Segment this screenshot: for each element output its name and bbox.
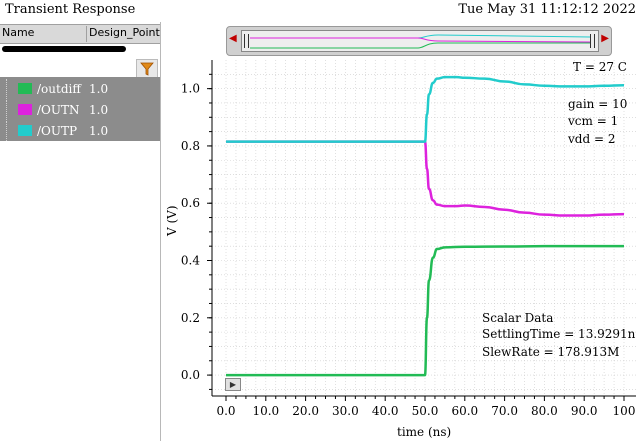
y-tick-label: 1.0	[181, 82, 200, 96]
x-tick-label: 0.0	[216, 404, 235, 418]
scalar-settling: SettlingTime = 13.9291n	[482, 327, 636, 341]
param-gain: gain = 10	[568, 97, 627, 111]
y-tick-label: 0.8	[181, 139, 200, 153]
y-tick-label: 0.4	[181, 254, 200, 268]
transient-plot[interactable]: 0.0 10.0 20.0 30.0 40.0 50.0 60.0 70.0 80.0 90.0 1…	[0, 0, 640, 441]
x-tick-label: 90.0	[571, 404, 598, 418]
x-tick-label: 40.0	[372, 404, 399, 418]
x-tick-label: 50.0	[412, 404, 439, 418]
y-axis-label: V (V)	[165, 205, 179, 237]
x-tick-label: 70.0	[491, 404, 518, 418]
scalar-slew: SlewRate = 178.913M	[482, 345, 619, 359]
y-tick-label: 0.2	[181, 311, 200, 325]
y-tick-label: 0.6	[181, 196, 200, 210]
play-icon[interactable]: ▶	[225, 378, 241, 391]
x-tick-label: 10.0	[252, 404, 279, 418]
scalar-title: Scalar Data	[482, 311, 553, 325]
x-tick-label: 60.0	[451, 404, 478, 418]
x-tick-label: 30.0	[332, 404, 359, 418]
x-tick-label: 80.0	[531, 404, 558, 418]
x-tick-label: 20.0	[292, 404, 319, 418]
y-tick-label: 0.0	[181, 368, 200, 382]
temperature-label: T = 27 C	[573, 60, 627, 74]
param-vdd: vdd = 2	[567, 132, 615, 146]
param-vcm: vcm = 1	[567, 114, 618, 128]
x-axis-label: time (ns)	[397, 425, 451, 439]
x-tick-label: 100	[613, 404, 636, 418]
